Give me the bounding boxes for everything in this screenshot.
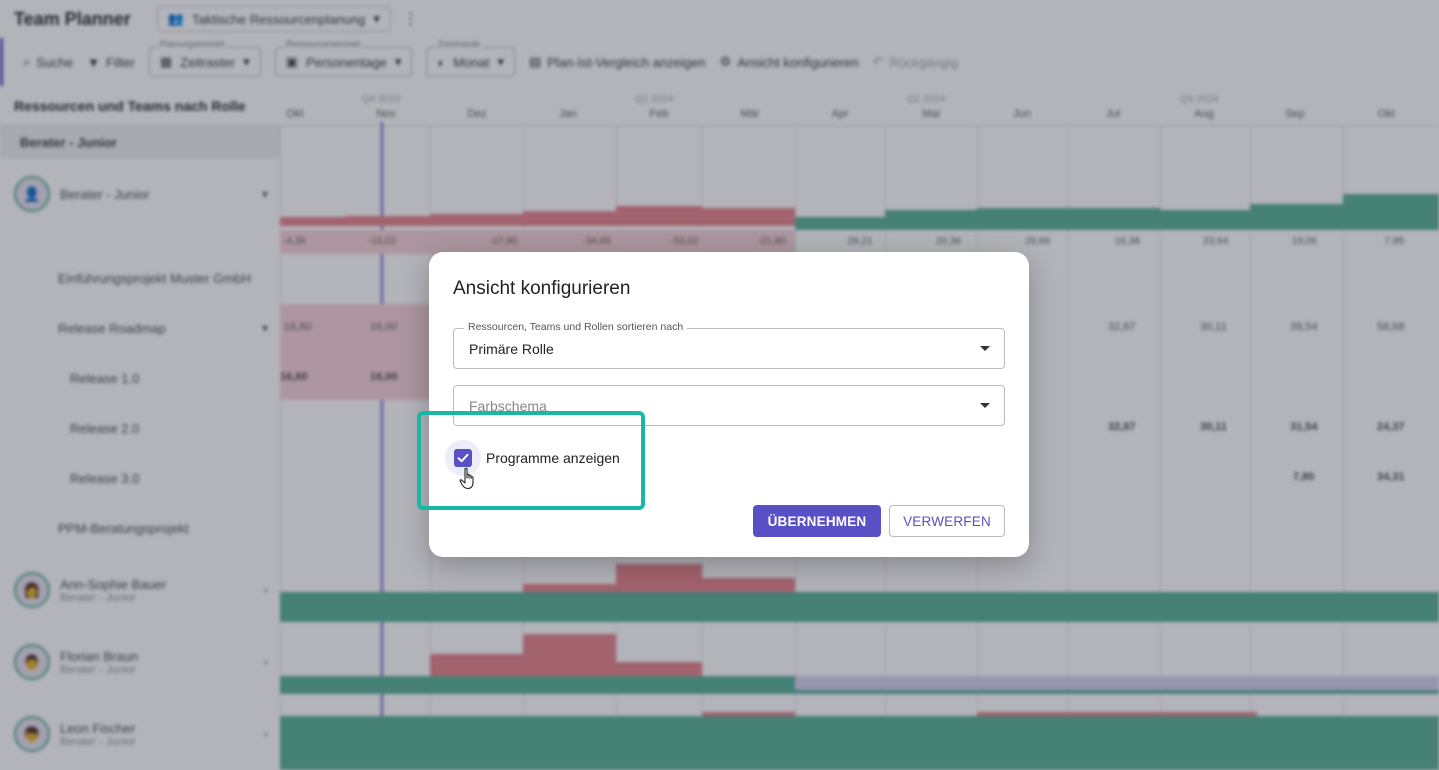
caret-down-icon bbox=[980, 346, 990, 351]
highlight-box bbox=[417, 411, 645, 510]
caret-down-icon bbox=[980, 403, 990, 408]
configure-view-dialog: Ansicht konfigurieren Ressourcen, Teams … bbox=[429, 252, 1029, 557]
discard-button[interactable]: VERWERFEN bbox=[889, 505, 1005, 537]
sort-select-label: Ressourcen, Teams und Rollen sortieren n… bbox=[464, 321, 688, 333]
sort-select-value: Primäre Rolle bbox=[469, 340, 554, 357]
apply-button[interactable]: ÜBERNEHMEN bbox=[753, 505, 881, 537]
sort-select[interactable]: Ressourcen, Teams und Rollen sortieren n… bbox=[453, 321, 1005, 369]
dialog-title: Ansicht konfigurieren bbox=[453, 278, 631, 299]
